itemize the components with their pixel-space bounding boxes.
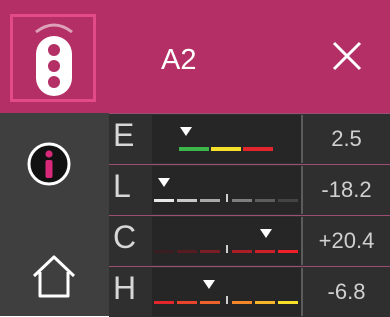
close-icon [332,41,362,71]
traffic-light-icon [35,23,73,96]
page-title: A2 [161,44,197,76]
tolerance-list: E 2.5 L -18.2 C +20.4 H -6.8 [109,113,390,317]
close-button[interactable] [330,39,364,73]
app-window: A2 E 2.5 L -18.2 C +20.4 H -6.8 [0,0,390,317]
sidebar-item-info[interactable] [26,141,72,187]
row-value: +20.4 [301,217,390,265]
indicator-icon [180,127,192,136]
tolerance-scale [152,217,301,265]
tolerance-scale [152,268,301,316]
row-label: E [113,117,135,153]
list-item-e[interactable]: E 2.5 [109,114,390,164]
sidebar [0,0,109,316]
tolerance-scale [152,166,301,214]
row-value: 2.5 [301,115,390,163]
header: A2 [109,0,390,113]
indicator-icon [260,229,272,238]
home-icon [32,255,76,298]
row-label: H [113,270,137,306]
tolerance-scale [152,115,301,163]
row-value: -18.2 [301,166,390,214]
sidebar-item-home[interactable] [29,252,79,300]
row-label: L [113,168,131,204]
info-icon [27,142,71,186]
indicator-icon [158,178,170,187]
row-label: C [113,219,137,255]
list-item-l[interactable]: L -18.2 [109,165,390,215]
list-item-c[interactable]: C +20.4 [109,216,390,266]
list-item-h[interactable]: H -6.8 [109,267,390,317]
sidebar-item-traffic-light[interactable] [0,0,109,113]
row-value: -6.8 [301,268,390,316]
indicator-icon [203,280,215,289]
